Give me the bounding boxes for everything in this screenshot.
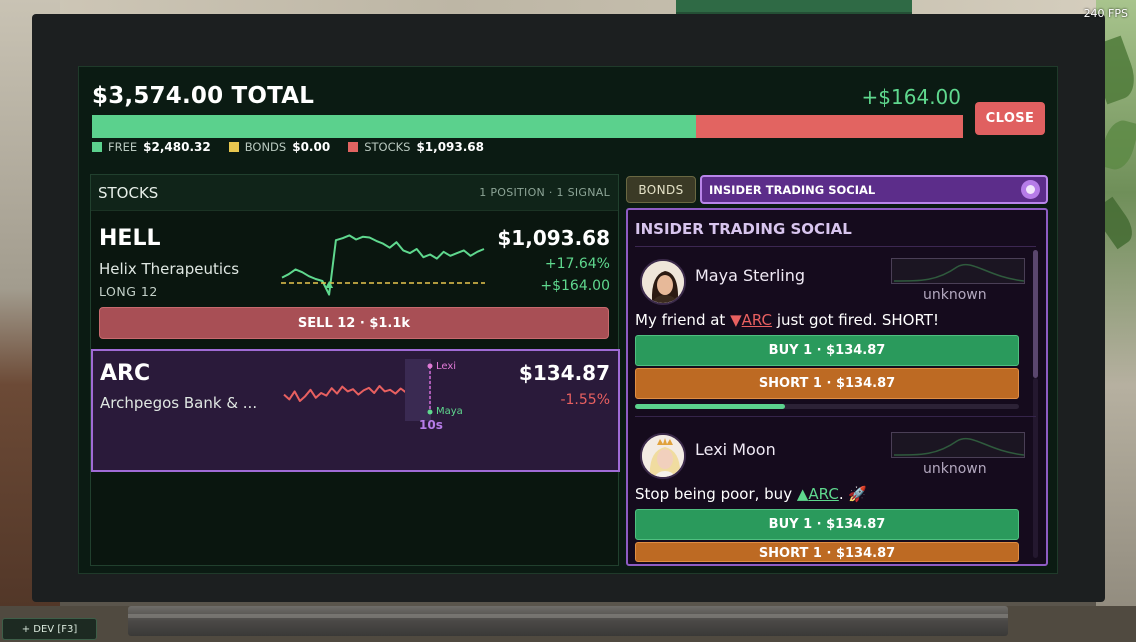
allocation-stocks-segment: [696, 115, 963, 138]
legend-label: BONDS: [244, 140, 287, 154]
post-timer-fill: [635, 404, 785, 409]
toggle-dot-icon[interactable]: [1021, 180, 1040, 199]
post-text-before: Stop being poor, buy: [635, 485, 797, 503]
stock-company-name: Archpegos Bank & ...: [100, 394, 258, 412]
short-button[interactable]: SHORT 1 · $134.87: [635, 542, 1019, 562]
tab-insider-trading-social[interactable]: INSIDER TRADING SOCIAL: [700, 175, 1048, 204]
stock-ticker: ARC: [100, 361, 151, 386]
post-chart-status: unknown: [923, 461, 987, 477]
signal-dot-top: [427, 363, 433, 369]
legend-value: $2,480.32: [143, 140, 211, 154]
legend-swatch-stocks: [348, 142, 359, 152]
avatar: [640, 259, 686, 305]
legend-value: $0.00: [292, 140, 331, 154]
legend-value: $1,093.68: [416, 140, 485, 154]
divider: [635, 246, 1036, 247]
post-text: Stop being poor, buy ▲ARC. 🚀: [635, 485, 867, 503]
legend-item-free: FREE $2,480.32: [92, 140, 211, 154]
post-text-after: . 🚀: [838, 485, 868, 503]
tab-label: INSIDER TRADING SOCIAL: [709, 182, 876, 197]
stocks-title: STOCKS: [98, 183, 159, 202]
stock-price: $134.87: [518, 361, 610, 385]
legend-item-bonds: BONDS $0.00: [228, 140, 331, 154]
short-button[interactable]: SHORT 1 · $134.87: [635, 368, 1019, 399]
stocks-summary: 1 POSITION · 1 SIGNAL: [479, 186, 610, 199]
avatar-lexi-image: [642, 435, 684, 477]
sparkline-path: [281, 234, 485, 296]
legend-swatch-free: [92, 142, 102, 152]
scene-sign: [676, 0, 912, 14]
post-author: Lexi Moon: [695, 440, 776, 459]
buy-button[interactable]: BUY 1 · $134.87: [635, 509, 1019, 540]
signal-band: [405, 359, 431, 421]
signal-indicator: Lexi Maya 10s: [405, 359, 463, 432]
signal-label-top: Lexi: [436, 361, 456, 372]
post-text-before: My friend at: [635, 311, 731, 329]
trading-app-window: $3,574.00 TOTAL +$164.00 CLOSE FREE $2,4…: [78, 66, 1058, 574]
signal-timer: 10s: [419, 418, 443, 432]
legend-label: FREE: [108, 140, 138, 154]
stock-price: $1,093.68: [497, 226, 610, 250]
stock-change-percent: +17.64%: [544, 256, 610, 272]
sparkline-path: [283, 385, 407, 402]
stocks-panel: STOCKS 1 POSITION · 1 SIGNAL HELL Helix …: [90, 174, 620, 566]
post-text: My friend at ▼ARC just got fired. SHORT!: [635, 311, 939, 329]
legend-swatch-bonds: [228, 142, 239, 152]
stock-company-name: Helix Therapeutics: [99, 260, 240, 278]
post-author: Maya Sterling: [695, 266, 806, 285]
up-arrow-icon: ▲: [796, 485, 809, 503]
feed-scrollbar[interactable]: [1033, 250, 1038, 378]
ticker-link[interactable]: ARC: [808, 485, 838, 503]
stock-sparkline: [281, 234, 485, 296]
post-timer-bar: [635, 404, 1019, 409]
fps-counter: 240 FPS: [1083, 7, 1128, 20]
allocation-legend: FREE $2,480.32 BONDS $0.00 STOCKS $1,093…: [92, 140, 484, 154]
stock-sparkline: [283, 385, 407, 402]
dev-console-button[interactable]: + DEV [F3]: [2, 618, 97, 640]
stock-row-hell[interactable]: HELL Helix Therapeutics LONG 12 $1,093.6…: [91, 214, 618, 346]
post-text-after: just got fired. SHORT!: [772, 311, 939, 329]
post-mini-chart: [891, 432, 1025, 458]
avatar: [640, 433, 686, 479]
buy-marker-icon: [325, 281, 334, 289]
stock-position: LONG 12: [99, 284, 158, 299]
post-mini-chart: [891, 258, 1025, 284]
buy-button[interactable]: BUY 1 · $134.87: [635, 335, 1019, 366]
allocation-free-segment: [92, 115, 697, 138]
legend-label: STOCKS: [364, 140, 411, 154]
signal-label-bottom: Maya: [436, 406, 463, 417]
close-button[interactable]: CLOSE: [975, 102, 1045, 135]
ticker-link[interactable]: ARC: [742, 311, 772, 329]
portfolio-delta: +$164.00: [861, 85, 961, 109]
down-arrow-icon: ▼: [730, 311, 742, 329]
social-feed-title: INSIDER TRADING SOCIAL: [635, 220, 852, 238]
social-feed-panel: INSIDER TRADING SOCIAL Maya Sterling unk…: [626, 208, 1048, 566]
tab-bonds[interactable]: BONDS: [626, 176, 696, 203]
stock-profit-loss: +$164.00: [540, 278, 610, 294]
social-post: Lexi Moon unknown Stop being poor, buy ▲…: [635, 428, 1031, 564]
social-post: Maya Sterling unknown My friend at ▼ARC …: [635, 254, 1031, 416]
laptop-keyboard-edge: [128, 606, 1008, 636]
avatar-maya-image: [642, 261, 684, 303]
stock-row-arc[interactable]: ARC Archpegos Bank & ... Lexi Maya 10s $…: [91, 349, 620, 472]
signal-dot-bottom: [427, 409, 433, 415]
sell-button[interactable]: SELL 12 · $1.1k: [99, 307, 609, 339]
feed-scroll-track[interactable]: [1033, 378, 1038, 558]
stock-change-percent: -1.55%: [560, 392, 610, 408]
stock-ticker: HELL: [99, 226, 161, 251]
portfolio-total: $3,574.00 TOTAL: [92, 83, 315, 109]
stocks-header: STOCKS 1 POSITION · 1 SIGNAL: [91, 175, 618, 211]
post-chart-status: unknown: [923, 287, 987, 303]
divider: [635, 416, 1036, 417]
legend-item-stocks: STOCKS $1,093.68: [348, 140, 484, 154]
allocation-bar: [92, 115, 963, 138]
